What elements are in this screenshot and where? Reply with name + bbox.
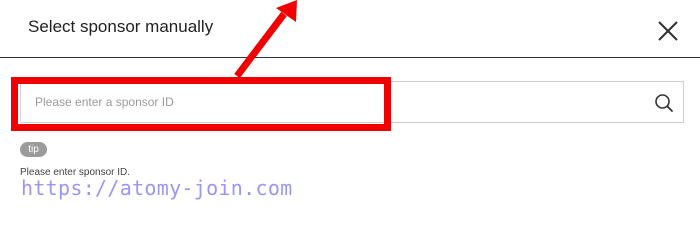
close-button[interactable] bbox=[652, 15, 684, 47]
sponsor-id-input[interactable] bbox=[35, 82, 635, 122]
dialog-header: Select sponsor manually bbox=[0, 0, 700, 57]
tip-badge: tip bbox=[20, 142, 47, 157]
search-icon bbox=[655, 94, 673, 112]
header-divider bbox=[0, 57, 700, 58]
search-button[interactable] bbox=[653, 92, 675, 114]
dialog-title: Select sponsor manually bbox=[28, 17, 214, 36]
close-icon bbox=[658, 21, 678, 41]
sponsor-search-box bbox=[20, 81, 684, 123]
watermark-url: https://atomy-join.com bbox=[21, 176, 293, 200]
